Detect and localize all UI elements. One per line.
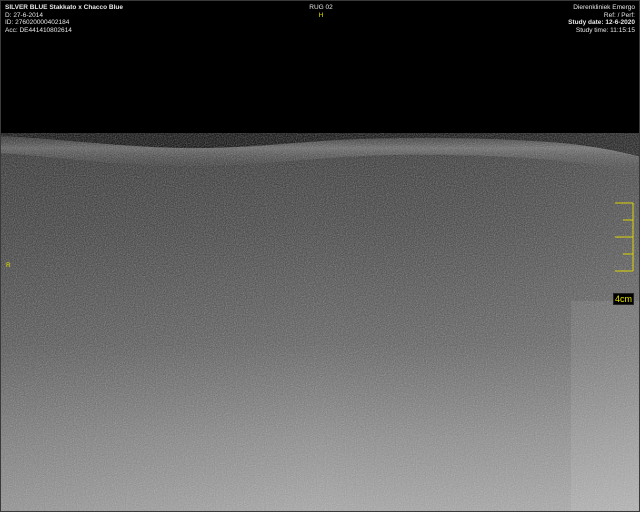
patient-acc: DE441410802614 [19, 26, 72, 34]
study-time: Study time: 11:15:15 [575, 26, 635, 34]
patient-id-row: ID: 276020000402184 [5, 19, 70, 26]
orientation-marker-left: R [6, 262, 11, 269]
series-label: RUG 02 [309, 4, 333, 11]
scale-label: 4cm [612, 293, 634, 305]
patient-acc-row: Acc: DE441410802614 [5, 26, 72, 34]
institution-name: Dierenkliniek Emergo [573, 4, 635, 11]
ref-perf: Ref: / Perf: [603, 11, 635, 19]
patient-id: 276020000402184 [15, 19, 70, 26]
series-info: RUG 02 H [1, 4, 639, 19]
orientation-marker-top: H [318, 11, 324, 19]
scale-ruler-icon [615, 202, 634, 272]
radiograph-image[interactable] [1, 1, 640, 512]
xray-viewer[interactable]: SILVER BLUE Stakkato x Chacco Blue D: 27… [0, 0, 640, 512]
study-date: Study date: 12-6-2020 [568, 19, 635, 26]
study-info: Dierenkliniek Emergo Ref: / Perf: Study … [568, 4, 635, 34]
